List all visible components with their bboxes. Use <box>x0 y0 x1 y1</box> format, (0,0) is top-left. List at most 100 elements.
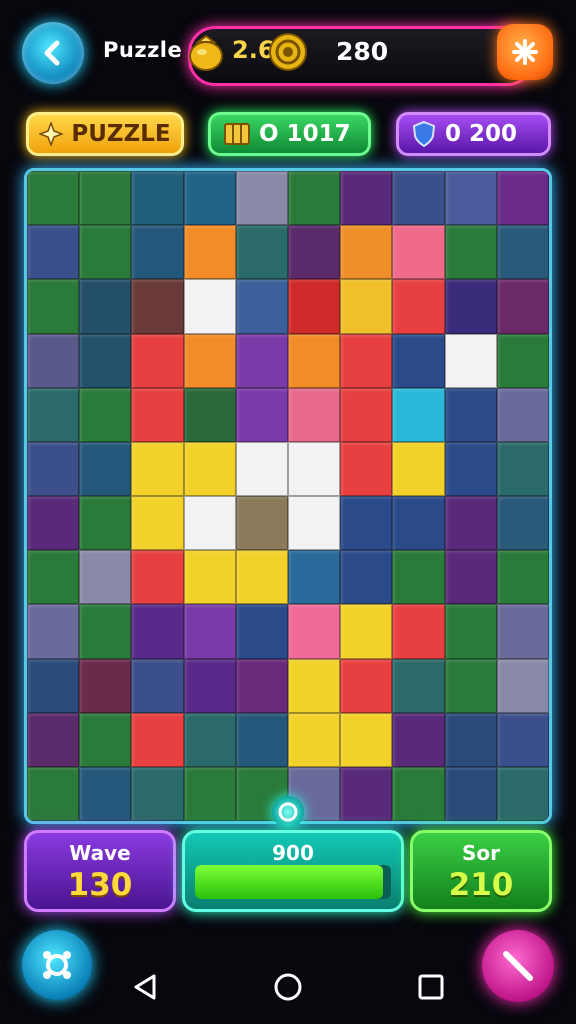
puzzle-piece[interactable] <box>183 279 236 334</box>
puzzle-piece[interactable] <box>27 387 80 442</box>
puzzle-piece[interactable] <box>79 496 132 551</box>
nav-home-button[interactable] <box>271 970 305 1004</box>
puzzle-piece[interactable] <box>235 387 288 442</box>
puzzle-piece[interactable] <box>27 279 80 334</box>
puzzle-piece[interactable] <box>340 658 393 713</box>
puzzle-piece[interactable] <box>340 171 393 226</box>
puzzle-piece[interactable] <box>131 550 184 605</box>
puzzle-piece[interactable] <box>79 225 132 280</box>
puzzle-piece[interactable] <box>288 550 341 605</box>
puzzle-piece[interactable] <box>496 604 549 659</box>
puzzle-piece[interactable] <box>27 333 80 388</box>
puzzle-piece[interactable] <box>183 441 236 496</box>
puzzle-piece[interactable] <box>131 279 184 334</box>
puzzle-piece[interactable] <box>235 171 288 226</box>
puzzle-piece[interactable] <box>131 171 184 226</box>
puzzle-piece[interactable] <box>340 604 393 659</box>
puzzle-piece[interactable] <box>340 387 393 442</box>
puzzle-piece[interactable] <box>496 766 549 821</box>
puzzle-piece[interactable] <box>288 604 341 659</box>
puzzle-piece[interactable] <box>183 712 236 767</box>
puzzle-piece[interactable] <box>288 279 341 334</box>
puzzle-piece[interactable] <box>340 333 393 388</box>
puzzle-piece[interactable] <box>496 171 549 226</box>
puzzle-piece[interactable] <box>392 712 445 767</box>
puzzle-piece[interactable] <box>444 766 497 821</box>
puzzle-piece[interactable] <box>235 604 288 659</box>
puzzle-piece[interactable] <box>288 387 341 442</box>
puzzle-mode-button[interactable]: PUZZLE <box>26 112 184 156</box>
puzzle-piece[interactable] <box>392 279 445 334</box>
puzzle-board[interactable] <box>24 168 552 824</box>
puzzle-piece[interactable] <box>27 604 80 659</box>
puzzle-piece[interactable] <box>496 550 549 605</box>
puzzle-piece[interactable] <box>340 712 393 767</box>
puzzle-piece[interactable] <box>340 550 393 605</box>
puzzle-piece[interactable] <box>183 171 236 226</box>
puzzle-piece[interactable] <box>444 550 497 605</box>
puzzle-piece[interactable] <box>496 496 549 551</box>
puzzle-piece[interactable] <box>288 496 341 551</box>
puzzle-piece[interactable] <box>235 550 288 605</box>
puzzle-piece[interactable] <box>183 658 236 713</box>
back-button[interactable] <box>22 22 84 84</box>
puzzle-piece[interactable] <box>131 604 184 659</box>
puzzle-piece[interactable] <box>183 333 236 388</box>
puzzle-piece[interactable] <box>235 333 288 388</box>
puzzle-piece[interactable] <box>79 441 132 496</box>
puzzle-piece[interactable] <box>340 279 393 334</box>
puzzle-piece[interactable] <box>131 441 184 496</box>
puzzle-piece[interactable] <box>392 333 445 388</box>
puzzle-piece[interactable] <box>27 550 80 605</box>
puzzle-piece[interactable] <box>131 712 184 767</box>
puzzle-piece[interactable] <box>131 225 184 280</box>
puzzle-piece[interactable] <box>392 441 445 496</box>
puzzle-piece[interactable] <box>496 333 549 388</box>
puzzle-piece[interactable] <box>183 766 236 821</box>
puzzle-piece[interactable] <box>392 171 445 226</box>
puzzle-piece[interactable] <box>183 604 236 659</box>
puzzle-piece[interactable] <box>392 387 445 442</box>
puzzle-piece[interactable] <box>444 387 497 442</box>
puzzle-piece[interactable] <box>79 658 132 713</box>
nav-recent-button[interactable] <box>414 970 448 1004</box>
puzzle-piece[interactable] <box>444 658 497 713</box>
puzzle-piece[interactable] <box>444 333 497 388</box>
puzzle-piece[interactable] <box>392 604 445 659</box>
puzzle-piece[interactable] <box>79 766 132 821</box>
puzzle-piece[interactable] <box>235 279 288 334</box>
puzzle-grid[interactable] <box>27 171 549 821</box>
puzzle-piece[interactable] <box>444 441 497 496</box>
puzzle-piece[interactable] <box>392 766 445 821</box>
puzzle-piece[interactable] <box>340 766 393 821</box>
puzzle-piece[interactable] <box>235 496 288 551</box>
puzzle-piece[interactable] <box>288 712 341 767</box>
magic-wand-button[interactable] <box>482 930 554 1002</box>
puzzle-piece[interactable] <box>27 658 80 713</box>
puzzle-piece[interactable] <box>131 333 184 388</box>
puzzle-piece[interactable] <box>444 712 497 767</box>
hint-button[interactable] <box>22 930 92 1000</box>
puzzle-piece[interactable] <box>288 225 341 280</box>
puzzle-piece[interactable] <box>340 225 393 280</box>
puzzle-piece[interactable] <box>340 441 393 496</box>
puzzle-piece[interactable] <box>444 171 497 226</box>
nav-back-button[interactable] <box>128 970 162 1004</box>
puzzle-piece[interactable] <box>79 712 132 767</box>
puzzle-piece[interactable] <box>79 387 132 442</box>
puzzle-piece[interactable] <box>183 550 236 605</box>
puzzle-piece[interactable] <box>235 225 288 280</box>
puzzle-piece[interactable] <box>496 712 549 767</box>
puzzle-piece[interactable] <box>79 333 132 388</box>
puzzle-piece[interactable] <box>288 658 341 713</box>
puzzle-piece[interactable] <box>392 658 445 713</box>
puzzle-piece[interactable] <box>27 766 80 821</box>
puzzle-piece[interactable] <box>27 712 80 767</box>
puzzle-piece[interactable] <box>79 604 132 659</box>
puzzle-piece[interactable] <box>235 712 288 767</box>
puzzle-piece[interactable] <box>183 387 236 442</box>
settings-button[interactable] <box>497 24 553 80</box>
puzzle-piece[interactable] <box>444 225 497 280</box>
puzzle-piece[interactable] <box>27 171 80 226</box>
puzzle-piece[interactable] <box>444 496 497 551</box>
